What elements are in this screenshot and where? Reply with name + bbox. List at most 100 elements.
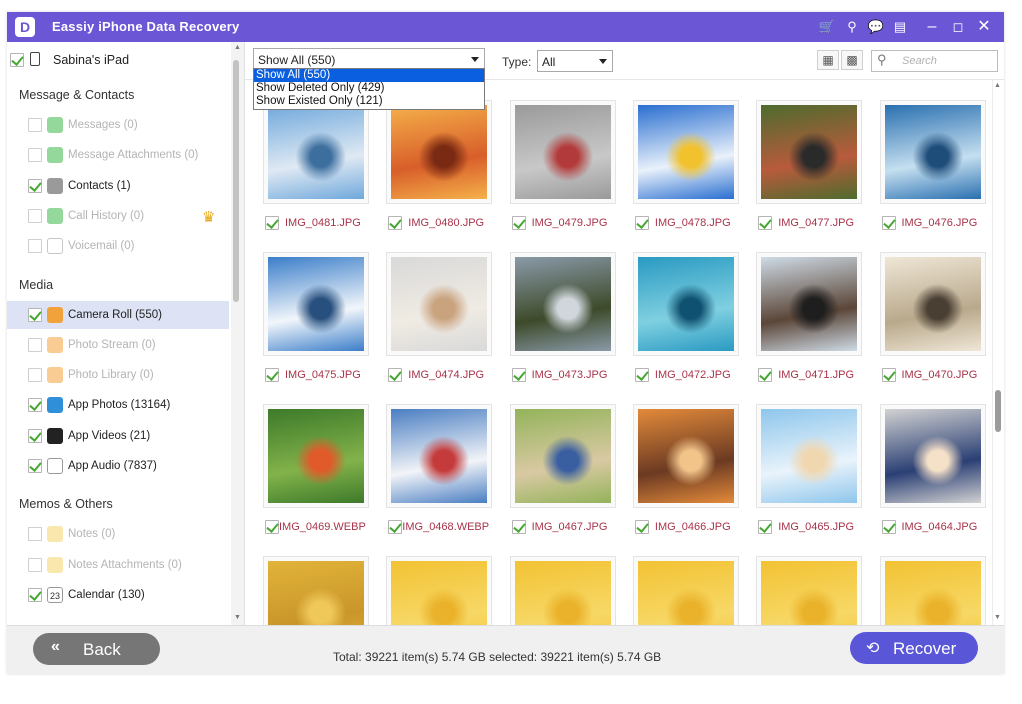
photo-checkbox[interactable]: [758, 368, 773, 382]
photo-item[interactable]: [754, 556, 864, 625]
photo-thumbnail[interactable]: [509, 404, 616, 508]
sidebar-item-checkbox[interactable]: [28, 148, 42, 163]
sidebar-item-checkbox[interactable]: [28, 337, 42, 352]
photo-thumbnail[interactable]: [386, 100, 493, 204]
back-button[interactable]: « Back: [33, 633, 160, 665]
sidebar-item[interactable]: Photo Library (0): [7, 361, 229, 389]
sidebar-item-checkbox[interactable]: [28, 459, 42, 473]
sidebar-item[interactable]: App Audio (7837): [7, 452, 229, 480]
sidebar-item-checkbox[interactable]: [28, 239, 42, 254]
sidebar-item[interactable]: Notes (0): [7, 520, 229, 548]
sidebar-item[interactable]: Voicemail (0): [7, 232, 229, 260]
photo-checkbox[interactable]: [881, 368, 896, 382]
photo-thumbnail[interactable]: [756, 556, 863, 625]
sidebar-item-checkbox[interactable]: [28, 527, 42, 542]
list-view-icon[interactable]: ▩: [841, 50, 863, 70]
sidebar-item[interactable]: Messages (0): [7, 111, 229, 139]
photo-thumbnail[interactable]: [756, 100, 863, 204]
photo-thumbnail[interactable]: [756, 404, 863, 508]
photo-checkbox[interactable]: [388, 368, 403, 382]
sidebar-scroll-thumb[interactable]: [233, 60, 239, 302]
photo-item[interactable]: [508, 556, 618, 625]
photo-thumbnail[interactable]: [386, 556, 493, 625]
photo-thumbnail[interactable]: [509, 556, 616, 625]
photo-thumbnail[interactable]: [509, 100, 616, 204]
photo-checkbox[interactable]: [881, 520, 896, 534]
photo-item[interactable]: IMG_0466.JPG: [631, 404, 741, 549]
key-icon[interactable]: ⚲: [843, 18, 861, 36]
sidebar-item-checkbox[interactable]: [28, 398, 42, 413]
photo-thumbnail[interactable]: [756, 252, 863, 356]
photo-item[interactable]: [878, 556, 988, 625]
photo-item[interactable]: IMG_0473.JPG: [508, 252, 618, 397]
photo-checkbox[interactable]: [634, 216, 649, 230]
photo-thumbnail[interactable]: [632, 404, 739, 508]
cart-icon[interactable]: 🛒: [818, 18, 836, 36]
photo-checkbox[interactable]: [881, 216, 896, 230]
photo-item[interactable]: IMG_0469.WEBP: [261, 404, 371, 549]
photo-checkbox[interactable]: [388, 520, 403, 534]
photo-thumbnail[interactable]: [632, 100, 739, 204]
photo-item[interactable]: IMG_0478.JPG: [631, 100, 741, 245]
filter-option-all[interactable]: Show All (550): [254, 69, 484, 82]
photo-checkbox[interactable]: [265, 368, 279, 382]
sidebar-item[interactable]: Message Attachments (0): [7, 141, 229, 169]
chat-icon[interactable]: 💬: [867, 18, 885, 36]
search-input[interactable]: Search: [871, 50, 998, 72]
device-checkbox[interactable]: [10, 53, 24, 67]
grid-scroll-thumb[interactable]: [995, 390, 1001, 432]
filter-select[interactable]: Show All (550): [253, 48, 485, 70]
sidebar-item-checkbox[interactable]: [28, 307, 42, 322]
photo-item[interactable]: IMG_0464.JPG: [878, 404, 988, 549]
photo-item[interactable]: IMG_0472.JPG: [631, 252, 741, 397]
photo-item[interactable]: IMG_0480.JPG: [384, 100, 494, 245]
photo-checkbox[interactable]: [511, 216, 526, 230]
photo-thumbnail[interactable]: [386, 252, 493, 356]
filter-option-deleted[interactable]: Show Deleted Only (429): [254, 82, 484, 95]
photo-item[interactable]: IMG_0470.JPG: [878, 252, 988, 397]
photo-item[interactable]: [261, 556, 371, 625]
photo-thumbnail[interactable]: [386, 404, 493, 508]
photo-item[interactable]: IMG_0474.JPG: [384, 252, 494, 397]
photo-thumbnail[interactable]: [632, 556, 739, 625]
photo-thumbnail[interactable]: [879, 404, 986, 508]
sidebar-item-checkbox[interactable]: [28, 587, 42, 602]
photo-item[interactable]: [384, 556, 494, 625]
photo-item[interactable]: IMG_0465.JPG: [754, 404, 864, 549]
maximize-icon[interactable]: ◻: [949, 18, 967, 36]
sidebar-item[interactable]: 23 Calendar (130): [7, 581, 229, 609]
photo-checkbox[interactable]: [758, 216, 773, 230]
photo-item[interactable]: IMG_0479.JPG: [508, 100, 618, 245]
photo-thumbnail[interactable]: [263, 100, 369, 204]
close-icon[interactable]: ✕: [975, 18, 993, 36]
photo-checkbox[interactable]: [634, 368, 649, 382]
photo-thumbnail[interactable]: [509, 252, 616, 356]
photo-thumbnail[interactable]: [879, 100, 986, 204]
sidebar-item[interactable]: Camera Roll (550): [7, 300, 229, 329]
filter-option-existed[interactable]: Show Existed Only (121): [254, 95, 484, 108]
sidebar-item-checkbox[interactable]: [28, 557, 42, 572]
sidebar-item-checkbox[interactable]: [28, 208, 42, 223]
sidebar-item[interactable]: Notes Attachments (0): [7, 551, 229, 579]
photo-item[interactable]: IMG_0481.JPG: [261, 100, 371, 245]
scroll-up-icon[interactable]: ▲: [234, 44, 241, 51]
photo-checkbox[interactable]: [388, 216, 403, 230]
grid-scroll-up-icon[interactable]: ▲: [994, 82, 1001, 89]
recover-button[interactable]: ⟲ Recover: [850, 632, 978, 664]
device-row[interactable]: Sabina's iPad: [10, 50, 230, 70]
photo-checkbox[interactable]: [511, 368, 526, 382]
photo-thumbnail[interactable]: [263, 252, 369, 356]
sidebar-item-checkbox[interactable]: [28, 118, 42, 132]
sidebar-item-checkbox[interactable]: [28, 368, 42, 383]
photo-thumbnail[interactable]: [879, 252, 986, 356]
photo-thumbnail[interactable]: [879, 556, 986, 625]
grid-view-icon[interactable]: ▦: [817, 50, 839, 70]
sidebar-item-checkbox[interactable]: [28, 428, 42, 443]
photo-item[interactable]: IMG_0477.JPG: [754, 100, 864, 245]
minimize-icon[interactable]: –: [923, 18, 941, 36]
feedback-icon[interactable]: ▤: [891, 18, 909, 36]
photo-item[interactable]: IMG_0476.JPG: [878, 100, 988, 245]
photo-item[interactable]: IMG_0467.JPG: [508, 404, 618, 549]
photo-item[interactable]: IMG_0471.JPG: [754, 252, 864, 397]
scroll-down-icon[interactable]: ▼: [234, 614, 241, 621]
